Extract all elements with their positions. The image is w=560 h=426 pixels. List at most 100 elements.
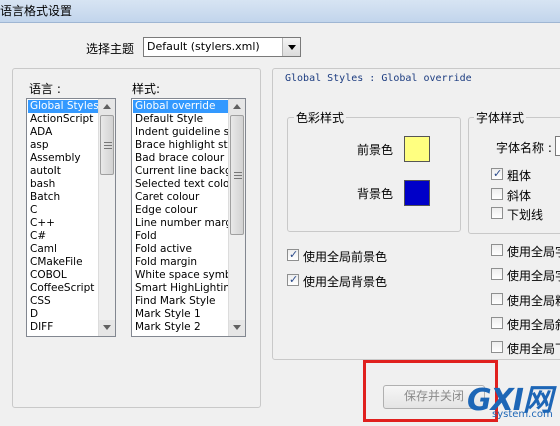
- font-name-select[interactable]: [555, 136, 560, 156]
- bg-color-swatch[interactable]: [404, 180, 430, 206]
- style-list-item[interactable]: Selected text colour: [133, 178, 228, 191]
- global-fg-checkbox[interactable]: ✓: [287, 248, 299, 261]
- scroll-up-icon: [233, 104, 241, 109]
- style-list-item[interactable]: Indent guideline style: [133, 126, 228, 139]
- language-list-item[interactable]: CSS: [28, 295, 98, 308]
- language-list-item[interactable]: Global Styles: [28, 100, 98, 113]
- underline-label: 下划线: [507, 208, 544, 222]
- global-font-size-checkbox[interactable]: [491, 268, 503, 280]
- scroll-down-button[interactable]: [229, 320, 245, 336]
- global-underline-checkbox[interactable]: [491, 341, 503, 353]
- theme-select-value: Default (stylers.xml): [147, 40, 260, 53]
- language-items: Global Styles ActionScript ADA asp Assembly a…: [28, 100, 98, 334]
- global-bg-label: 使用全局背景色: [303, 275, 388, 289]
- global-bg-checkbox[interactable]: ✓: [287, 273, 299, 286]
- style-label: 样式:: [132, 82, 161, 96]
- global-font-checkbox[interactable]: [491, 244, 503, 256]
- style-list-item[interactable]: Global override: [133, 100, 228, 113]
- scroll-up-icon: [103, 104, 111, 109]
- check-icon: ✓: [289, 273, 299, 286]
- scroll-thumb[interactable]: [100, 115, 114, 175]
- underline-checkbox[interactable]: [491, 207, 503, 219]
- global-italic-checkbox[interactable]: [491, 317, 503, 329]
- language-list-item[interactable]: asp: [28, 139, 98, 152]
- global-font-label: 使用全局字: [507, 245, 560, 259]
- language-list-item[interactable]: CMakeFile: [28, 256, 98, 269]
- language-list-item[interactable]: Batch: [28, 191, 98, 204]
- language-list-item[interactable]: ADA: [28, 126, 98, 139]
- style-list-item[interactable]: Find Mark Style: [133, 295, 228, 308]
- language-label: 语言 :: [29, 82, 61, 96]
- colour-style-label: 色彩样式: [294, 109, 347, 126]
- style-list-item[interactable]: Caret colour: [133, 191, 228, 204]
- style-list-item[interactable]: Default Style: [133, 113, 228, 126]
- grip-icon: [104, 145, 112, 146]
- grip-icon: [234, 178, 242, 179]
- grip-icon: [234, 172, 242, 173]
- global-fg-label: 使用全局前景色: [303, 250, 388, 264]
- style-list-item[interactable]: Edge colour: [133, 204, 228, 217]
- scroll-up-button[interactable]: [229, 99, 245, 115]
- language-scrollbar[interactable]: [98, 99, 115, 336]
- language-list[interactable]: Global Styles ActionScript ADA asp Assembly a…: [26, 98, 116, 337]
- style-list-item[interactable]: Brace highlight style: [133, 139, 228, 152]
- style-list-item[interactable]: White space symbol: [133, 269, 228, 282]
- language-list-item[interactable]: bash: [28, 178, 98, 191]
- style-list[interactable]: Global override Default Style Indent guide…: [131, 98, 246, 337]
- language-list-item[interactable]: Caml: [28, 243, 98, 256]
- language-list-item[interactable]: Assembly: [28, 152, 98, 165]
- header-text: Global Styles : Global override: [285, 73, 472, 84]
- language-list-item[interactable]: D: [28, 308, 98, 321]
- style-scrollbar[interactable]: [228, 99, 245, 336]
- check-icon: ✓: [493, 167, 503, 180]
- font-style-label: 字体样式: [474, 109, 527, 126]
- scroll-up-button[interactable]: [99, 99, 115, 115]
- style-list-item[interactable]: Smart HighLighting: [133, 282, 228, 295]
- global-bold-checkbox[interactable]: [491, 293, 503, 305]
- style-list-item[interactable]: Bad brace colour: [133, 152, 228, 165]
- language-list-item[interactable]: C#: [28, 230, 98, 243]
- style-list-item[interactable]: Fold: [133, 230, 228, 243]
- language-list-item[interactable]: DIFF: [28, 321, 98, 334]
- language-list-item[interactable]: CoffeeScript: [28, 282, 98, 295]
- scroll-down-icon: [233, 325, 241, 330]
- grip-icon: [234, 175, 242, 176]
- grip-icon: [104, 142, 112, 143]
- global-underline-label: 使用全局下: [507, 342, 560, 356]
- font-name-label: 字体名称 :: [496, 141, 552, 155]
- language-list-item[interactable]: C: [28, 204, 98, 217]
- colour-style-group: [287, 117, 461, 232]
- grip-icon: [104, 148, 112, 149]
- language-list-item[interactable]: C++: [28, 217, 98, 230]
- italic-checkbox[interactable]: [491, 188, 503, 200]
- style-list-item[interactable]: Line number margin: [133, 217, 228, 230]
- scroll-thumb[interactable]: [230, 115, 244, 235]
- language-list-item[interactable]: ActionScript: [28, 113, 98, 126]
- fg-color-swatch[interactable]: [404, 136, 430, 162]
- style-items: Global override Default Style Indent guide…: [133, 100, 228, 334]
- style-list-item[interactable]: Current line background colour: [133, 165, 228, 178]
- title-bar: 语言格式设置: [0, 0, 560, 23]
- check-icon: ✓: [289, 248, 299, 261]
- watermark-url: system.com: [492, 409, 553, 420]
- chevron-down-icon[interactable]: [282, 38, 300, 56]
- theme-label: 选择主题: [86, 42, 135, 56]
- window-title: 语言格式设置: [0, 4, 73, 18]
- language-list-item[interactable]: autoIt: [28, 165, 98, 178]
- bold-checkbox[interactable]: ✓: [491, 167, 503, 180]
- bg-color-label: 背景色: [357, 187, 394, 201]
- fg-color-label: 前景色: [357, 143, 394, 157]
- style-list-item[interactable]: Fold active: [133, 243, 228, 256]
- style-list-item[interactable]: Fold margin: [133, 256, 228, 269]
- style-list-item[interactable]: Mark Style 1: [133, 308, 228, 321]
- italic-label: 斜体: [507, 189, 532, 203]
- language-list-item[interactable]: COBOL: [28, 269, 98, 282]
- scroll-down-button[interactable]: [99, 320, 115, 336]
- global-font-size-label: 使用全局字: [507, 269, 560, 283]
- global-bold-label: 使用全局粗: [507, 294, 560, 308]
- bold-label: 粗体: [507, 169, 532, 183]
- theme-select[interactable]: Default (stylers.xml): [143, 37, 301, 57]
- global-italic-label: 使用全局斜: [507, 318, 560, 332]
- scroll-down-icon: [103, 325, 111, 330]
- style-list-item[interactable]: Mark Style 2: [133, 321, 228, 334]
